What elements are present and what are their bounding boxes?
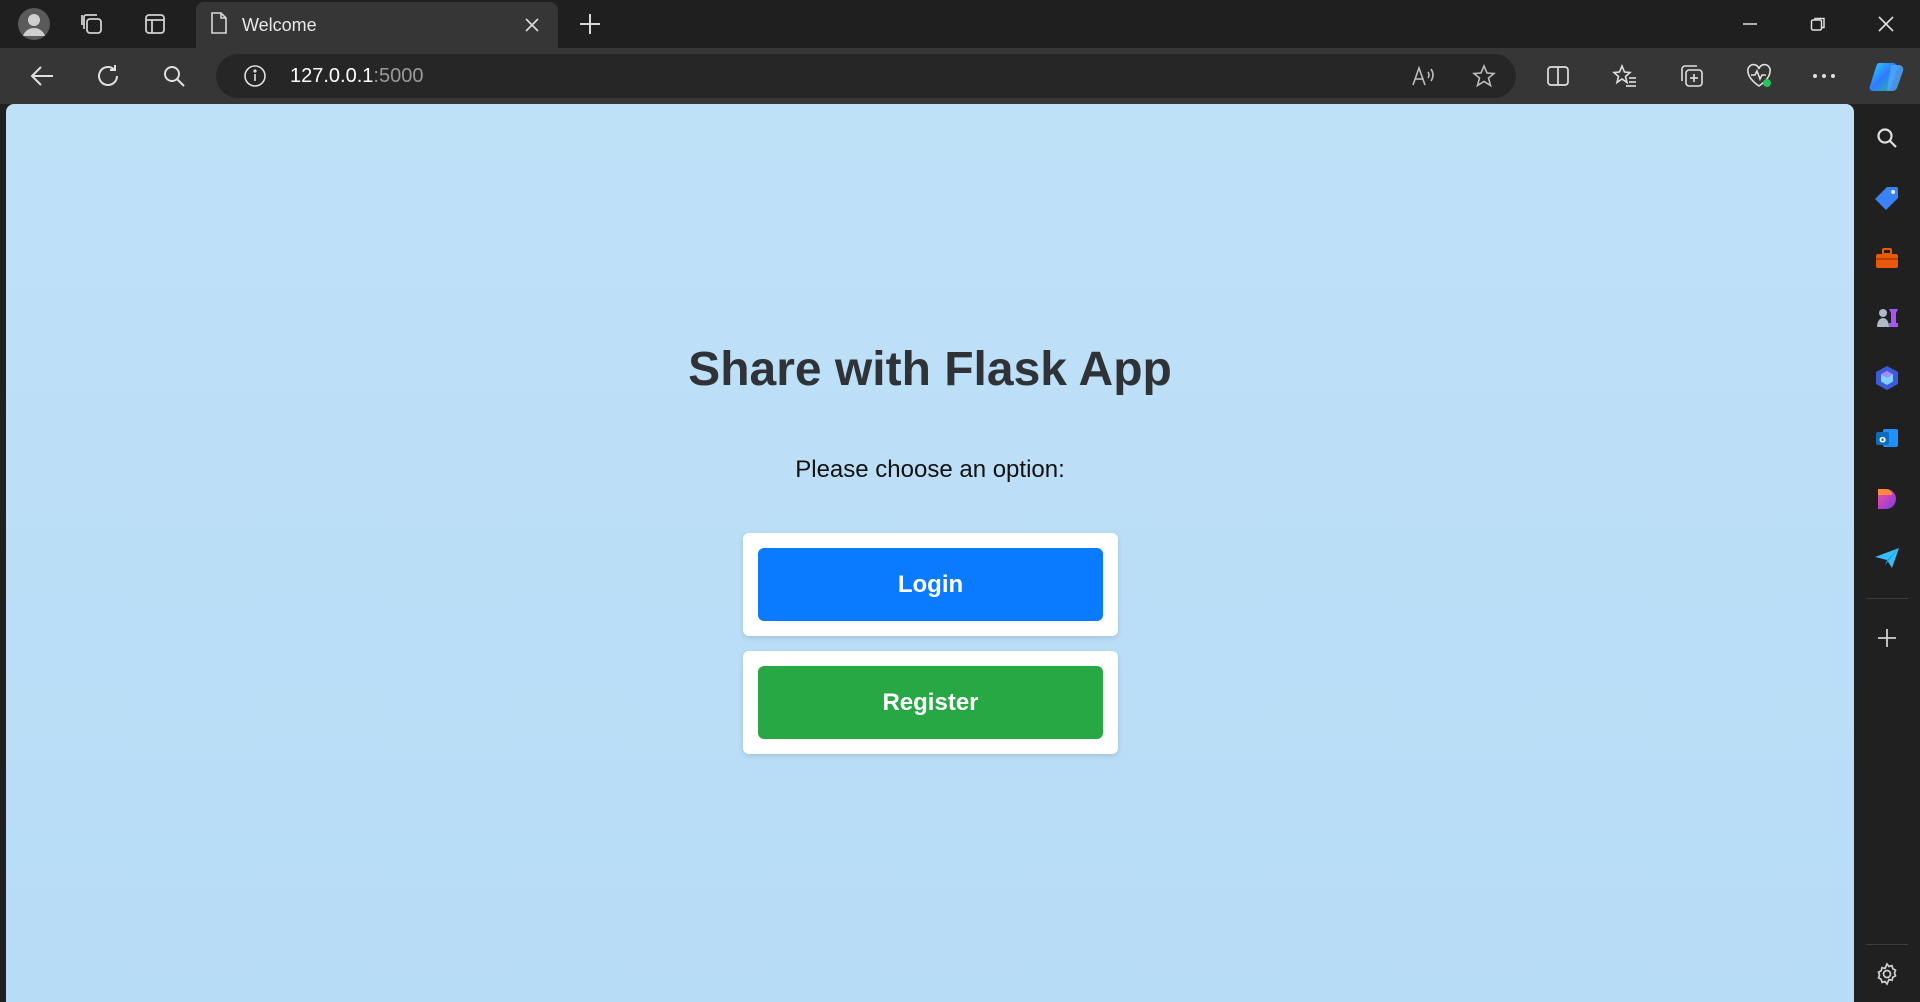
- copilot-icon[interactable]: [1859, 48, 1915, 104]
- collections-icon[interactable]: [1664, 48, 1720, 104]
- login-button[interactable]: Login: [758, 548, 1103, 621]
- browser-window: Welcome 127.0.0.1:5000 Share with Flask …: [0, 0, 1920, 1002]
- address-bar[interactable]: 127.0.0.1:5000: [216, 54, 1516, 98]
- favorites-icon[interactable]: [1597, 48, 1653, 104]
- page-subtitle: Please choose an option:: [795, 456, 1065, 483]
- toolbox-icon[interactable]: [1863, 234, 1911, 282]
- close-tab-icon[interactable]: [520, 13, 544, 37]
- tab-bar: Welcome: [0, 0, 1920, 48]
- restore-icon[interactable]: [1784, 0, 1852, 48]
- search-icon[interactable]: [146, 48, 202, 104]
- sidebar-divider: [1866, 944, 1908, 945]
- copilot-sidebar-icon[interactable]: [1863, 354, 1911, 402]
- more-icon[interactable]: [1796, 48, 1852, 104]
- navigation-toolbar: 127.0.0.1:5000: [0, 48, 1920, 104]
- register-card: Register: [743, 651, 1118, 754]
- refresh-icon[interactable]: [80, 48, 136, 104]
- new-tab-icon[interactable]: [570, 0, 610, 48]
- close-window-icon[interactable]: [1852, 0, 1920, 48]
- profile-avatar-icon[interactable]: [10, 0, 58, 48]
- read-aloud-icon[interactable]: [1402, 54, 1446, 98]
- search-icon[interactable]: [1863, 114, 1911, 162]
- shopping-tag-icon[interactable]: [1863, 174, 1911, 222]
- page-title: Share with Flask App: [688, 343, 1172, 396]
- login-card: Login: [743, 533, 1118, 636]
- split-screen-icon[interactable]: [1530, 48, 1586, 104]
- tab-welcome[interactable]: Welcome: [196, 2, 558, 48]
- send-icon[interactable]: [1863, 534, 1911, 582]
- workspaces-icon[interactable]: [68, 0, 116, 48]
- favorite-star-icon[interactable]: [1462, 54, 1506, 98]
- browser-essentials-icon[interactable]: [1731, 48, 1787, 104]
- settings-icon[interactable]: [1863, 950, 1911, 998]
- url-port: :5000: [373, 65, 424, 87]
- games-icon[interactable]: [1863, 294, 1911, 342]
- svg-text:o: o: [1879, 435, 1886, 446]
- back-icon[interactable]: [14, 48, 70, 104]
- url-text[interactable]: 127.0.0.1:5000: [290, 65, 423, 88]
- outlook-icon[interactable]: o: [1863, 414, 1911, 462]
- edge-sidebar: o: [1854, 104, 1920, 1002]
- designer-icon[interactable]: [1863, 474, 1911, 522]
- window-controls: [1716, 0, 1920, 48]
- url-host: 127.0.0.1: [290, 65, 374, 87]
- sidebar-divider: [1866, 598, 1908, 599]
- page-file-icon: [210, 11, 228, 39]
- minimize-icon[interactable]: [1716, 0, 1784, 48]
- info-icon[interactable]: [233, 54, 277, 98]
- tab-title: Welcome: [242, 14, 317, 35]
- vertical-tabs-icon[interactable]: [131, 0, 179, 48]
- register-button[interactable]: Register: [758, 666, 1103, 739]
- page-viewport: Share with Flask App Please choose an op…: [6, 104, 1854, 1002]
- add-icon[interactable]: [1863, 614, 1911, 662]
